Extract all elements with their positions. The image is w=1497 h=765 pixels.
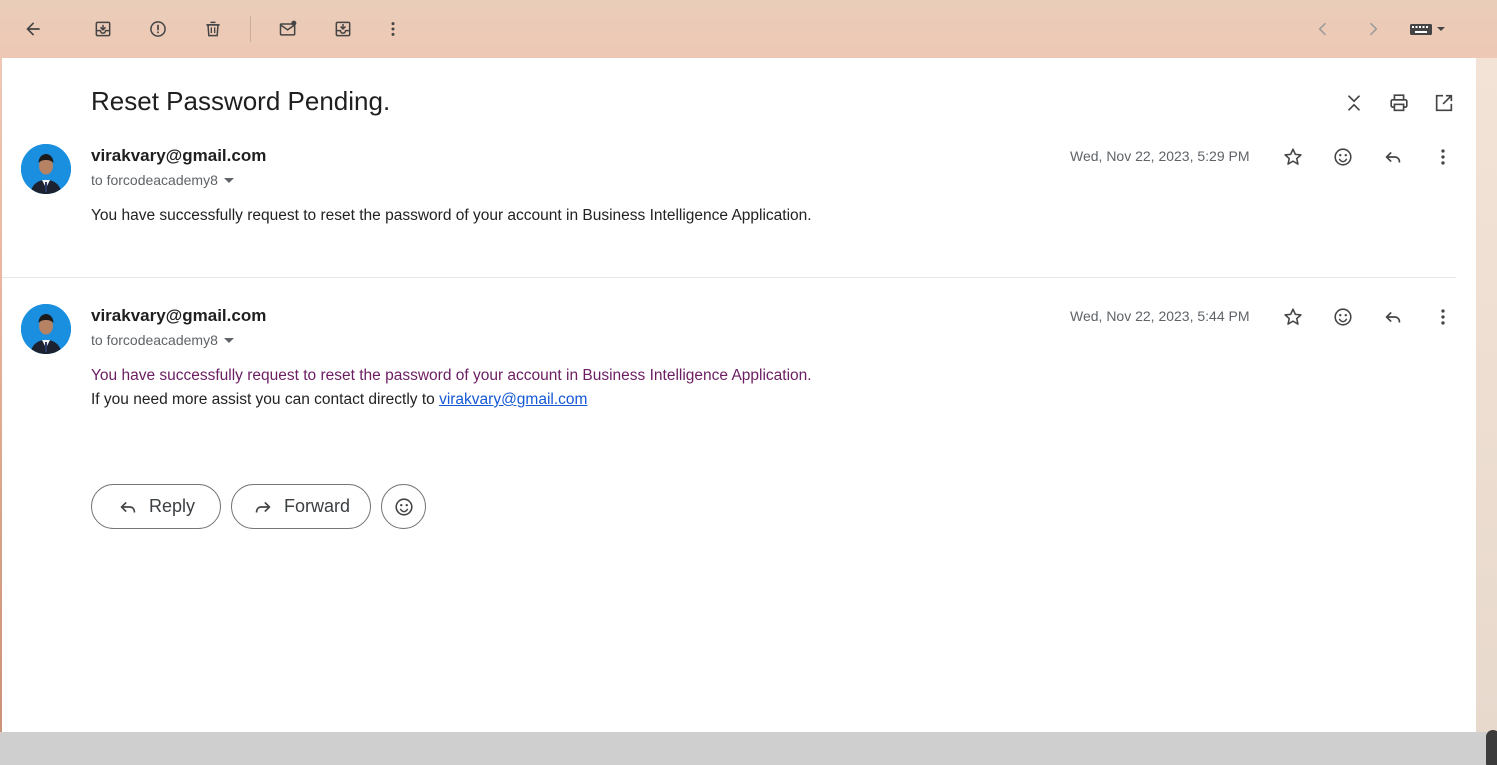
message-body: You have successfully request to reset t… bbox=[91, 207, 812, 224]
move-to-icon[interactable] bbox=[326, 12, 360, 46]
chevron-down-icon[interactable] bbox=[223, 175, 234, 185]
recipient-text: to forcodeacademy8 bbox=[91, 332, 218, 348]
keyboard-icon[interactable] bbox=[1403, 12, 1453, 46]
contact-text: If you need more assist you can contact … bbox=[91, 391, 440, 408]
emoji-react-button[interactable] bbox=[381, 484, 426, 529]
reply-button[interactable]: Reply bbox=[91, 484, 221, 529]
report-spam-icon[interactable] bbox=[141, 12, 175, 46]
message-date: Wed, Nov 22, 2023, 5:29 PM bbox=[1070, 148, 1250, 164]
reply-icon[interactable] bbox=[1378, 302, 1408, 332]
message-date: Wed, Nov 22, 2023, 5:44 PM bbox=[1070, 308, 1250, 324]
sender-email[interactable]: virakvary@gmail.com bbox=[91, 306, 266, 326]
email-view: Reset Password Pending. virakvary@gmail.… bbox=[2, 58, 1476, 732]
avatar[interactable] bbox=[21, 144, 71, 194]
message-body-quoted: You have successfully request to reset t… bbox=[91, 367, 812, 384]
forward-label: Forward bbox=[283, 496, 350, 516]
recipient-line[interactable]: to forcodeacademy8 bbox=[91, 172, 234, 188]
open-new-window-icon[interactable] bbox=[1429, 88, 1459, 118]
reply-icon bbox=[120, 501, 136, 512]
emoji-reaction-icon[interactable] bbox=[1328, 302, 1358, 332]
archive-icon[interactable] bbox=[86, 12, 120, 46]
back-icon[interactable] bbox=[16, 12, 50, 46]
mail-toolbar bbox=[0, 0, 1497, 58]
star-icon[interactable] bbox=[1278, 302, 1308, 332]
print-icon[interactable] bbox=[1384, 88, 1414, 118]
recipient-line[interactable]: to forcodeacademy8 bbox=[91, 332, 234, 348]
more-vert-icon[interactable] bbox=[1428, 302, 1458, 332]
collapse-all-icon[interactable] bbox=[1339, 88, 1369, 118]
forward-icon bbox=[255, 501, 271, 512]
more-vert-icon[interactable] bbox=[1428, 142, 1458, 172]
star-icon[interactable] bbox=[1278, 142, 1308, 172]
reply-icon[interactable] bbox=[1378, 142, 1408, 172]
message-divider bbox=[2, 277, 1456, 278]
older-icon[interactable] bbox=[1356, 12, 1390, 46]
email-subject: Reset Password Pending. bbox=[91, 86, 391, 116]
newer-icon[interactable] bbox=[1306, 12, 1340, 46]
mark-unread-icon[interactable] bbox=[271, 12, 305, 46]
emoji-reaction-icon[interactable] bbox=[1328, 142, 1358, 172]
scrollbar-thumb[interactable] bbox=[1486, 730, 1497, 765]
avatar[interactable] bbox=[21, 304, 71, 354]
more-vert-icon[interactable] bbox=[376, 12, 410, 46]
bottom-bar bbox=[0, 732, 1497, 765]
emoji-icon bbox=[394, 497, 413, 516]
message-body-contact: If you need more assist you can contact … bbox=[91, 388, 587, 412]
recipient-text: to forcodeacademy8 bbox=[91, 172, 218, 188]
chevron-down-icon[interactable] bbox=[223, 335, 234, 345]
forward-button[interactable]: Forward bbox=[231, 484, 371, 529]
contact-email-link[interactable]: virakvary@gmail.com bbox=[439, 391, 587, 408]
toolbar-divider bbox=[250, 16, 251, 42]
window-edge bbox=[1476, 58, 1497, 732]
sender-email[interactable]: virakvary@gmail.com bbox=[91, 146, 266, 166]
reply-label: Reply bbox=[148, 496, 196, 516]
delete-icon[interactable] bbox=[196, 12, 230, 46]
